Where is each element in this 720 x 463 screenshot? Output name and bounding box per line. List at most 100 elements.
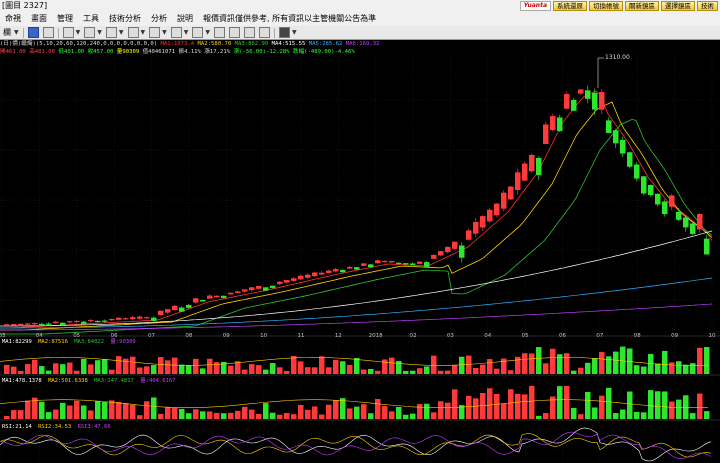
volume-bar: [585, 391, 591, 419]
volume-bar: [690, 413, 696, 419]
volume-bar: [60, 402, 66, 419]
volume-bar: [158, 357, 164, 374]
volume-bar: [228, 412, 234, 419]
volume-bar: [403, 414, 409, 419]
volume-bar: [424, 403, 430, 419]
volume-bar: [536, 347, 542, 374]
volume1-legend: MA1:82299 MA2:87516 MA3:84022 量:90309: [2, 338, 136, 345]
volume-bar: [403, 370, 409, 374]
candle-body: [557, 117, 563, 131]
rsi-legend: RSI:21.14 RSI2:34.53 RSI3:47.66: [2, 424, 111, 430]
candle-body: [158, 310, 164, 316]
volume-bar: [368, 368, 374, 374]
volume-bar: [179, 364, 185, 374]
volume-bar: [193, 409, 199, 419]
volume-bar: [550, 348, 556, 374]
stock-chart[interactable]: 1310.00 03 04 05 06 07 08 09 10 11 12 2018 02 03 04 05…: [0, 0, 720, 463]
candle-body: [270, 285, 276, 288]
volume-bar: [375, 370, 381, 374]
candle-body: [459, 245, 465, 258]
volume-bar: [620, 409, 626, 419]
volume-bar: [18, 410, 24, 419]
candle-body: [396, 262, 402, 264]
candle-body: [60, 322, 66, 326]
moving-average-lines: [0, 90, 713, 335]
volume-bar: [634, 365, 640, 374]
candle-body: [697, 213, 703, 230]
candle-body: [508, 186, 514, 200]
candle-body: [88, 320, 94, 322]
volume-bar: [4, 364, 10, 374]
candle-body: [67, 321, 73, 323]
volume-bar: [606, 356, 612, 374]
candle-body: [375, 260, 381, 263]
volume-bar: [543, 363, 549, 374]
volume2-ma2-label: MA2:501.6338: [48, 378, 88, 384]
candle-body: [473, 221, 479, 234]
candle-body: [284, 280, 290, 283]
volume-bar: [487, 388, 493, 419]
volume-bar: [207, 358, 213, 374]
volume1-ma3-label: MA3:84022: [74, 339, 104, 345]
candle-body: [543, 124, 549, 144]
volume-bar: [683, 395, 689, 419]
volume-bar: [655, 363, 661, 374]
volume-bar: [179, 408, 185, 419]
volume-bar: [319, 414, 325, 419]
candle-body: [263, 287, 269, 291]
volume-bar: [522, 394, 528, 419]
volume-bar: [116, 402, 122, 419]
volume-bar: [249, 364, 255, 374]
candle-body: [186, 305, 192, 308]
candle-body: [305, 274, 311, 278]
candle-body: [46, 323, 52, 325]
volume-bar: [137, 415, 143, 419]
candle-body: [536, 158, 542, 176]
candle-body: [417, 261, 423, 264]
volume-bar: [648, 354, 654, 374]
ma4-line: [0, 230, 713, 327]
candle-body: [585, 90, 591, 99]
volume-bar: [4, 415, 10, 419]
volume-bar: [32, 359, 38, 374]
rsi1-label: RSI:21.14: [2, 424, 32, 430]
volume-bar: [655, 391, 661, 419]
candle-body: [123, 318, 129, 320]
candle-body: [4, 324, 10, 326]
candle-body: [18, 323, 24, 326]
volume-bar: [242, 406, 248, 419]
candle-body: [494, 203, 500, 216]
candle-body: [256, 286, 262, 289]
volume-bar: [235, 410, 241, 419]
volume-bar: [564, 353, 570, 374]
volume-bar: [158, 413, 164, 419]
volume-bar: [543, 413, 549, 419]
volume-bar: [109, 369, 115, 374]
candle-body: [249, 287, 255, 291]
volume-bar: [53, 409, 59, 419]
volume-bar: [529, 353, 535, 374]
volume-bar: [361, 369, 367, 374]
volume-bar: [172, 407, 178, 419]
volume-bar: [165, 407, 171, 419]
candle-body: [564, 94, 570, 109]
volume-bars-2: [0, 385, 710, 419]
candle-body: [704, 238, 710, 255]
candle-body: [480, 216, 486, 228]
candle-body: [424, 262, 430, 267]
candle-body: [95, 320, 101, 323]
candle-body: [137, 316, 143, 319]
volume-bar: [347, 408, 353, 419]
candle-body: [676, 212, 682, 220]
volume-bar: [466, 355, 472, 374]
volume-bar: [459, 356, 465, 374]
volume-bar: [298, 361, 304, 374]
volume-bar: [599, 395, 605, 419]
volume-bar: [242, 369, 248, 374]
candle-body: [571, 100, 577, 111]
candle-body: [620, 140, 626, 154]
volume-bar: [361, 404, 367, 419]
volume-bar: [676, 399, 682, 419]
volume-bar: [312, 367, 318, 374]
candle-body: [116, 317, 122, 320]
